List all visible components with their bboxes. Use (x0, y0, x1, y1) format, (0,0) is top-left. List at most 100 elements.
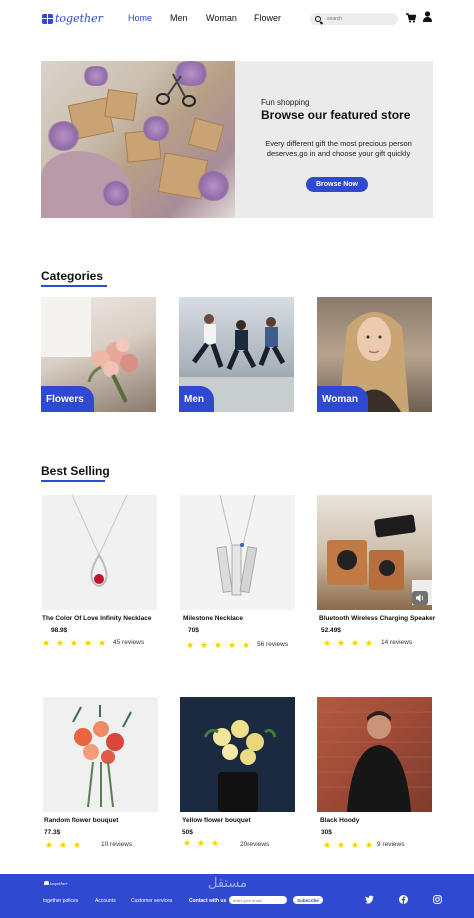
gift-icon (42, 13, 53, 24)
category-flowers[interactable]: Flowers (41, 297, 156, 412)
star-icon: ★ (337, 638, 346, 648)
review-count: 20reviews (240, 841, 270, 848)
star-icon: ★ (214, 640, 223, 650)
product-image[interactable] (317, 697, 432, 812)
nav-woman[interactable]: Woman (206, 13, 237, 23)
product-image[interactable] (42, 495, 157, 610)
watermark: مستقل (208, 876, 247, 891)
review-count: 14 reviews (381, 639, 413, 646)
star-icon: ★ (365, 638, 374, 648)
star-icon: ★ (211, 838, 220, 848)
contact-label: Contact with us (189, 898, 227, 904)
rating-stars: ★ ★ ★ (183, 838, 220, 848)
rating-stars: ★ ★ ★ (45, 840, 82, 850)
logo[interactable]: together (42, 12, 103, 25)
product-price: 52.49$ (321, 627, 341, 634)
best-selling-underline (41, 480, 105, 482)
footer-link-accounts[interactable]: Accounts (95, 898, 116, 904)
product-price: 50$ (182, 829, 193, 836)
nav-flower[interactable]: Flower (254, 13, 281, 23)
star-icon: ★ (365, 840, 374, 850)
footer-link-policies[interactable]: together polices (43, 898, 78, 904)
categories-title: Categories (41, 269, 104, 283)
search-bar[interactable] (310, 13, 398, 25)
product-image[interactable] (43, 697, 158, 812)
hero-description: Every different gift the most precious p… (265, 139, 412, 158)
category-label: Flowers (41, 386, 94, 412)
star-icon: ★ (197, 838, 206, 848)
product-price: 70$ (188, 627, 199, 634)
star-icon: ★ (84, 638, 93, 648)
product-name[interactable]: Random flower bouquet (44, 817, 118, 824)
header: together Home Men Woman Flower (0, 0, 474, 38)
category-label: Men (179, 386, 214, 412)
star-icon: ★ (323, 840, 332, 850)
product-name[interactable]: Milestone Necklace (183, 615, 243, 622)
product-price: 30$ (321, 829, 332, 836)
star-icon: ★ (242, 640, 251, 650)
product-image[interactable] (180, 495, 295, 610)
necklace-image (216, 495, 258, 596)
star-icon: ★ (228, 640, 237, 650)
logo-text: together (55, 12, 103, 25)
user-icon[interactable] (423, 11, 432, 22)
categories-underline (41, 285, 107, 287)
star-icon: ★ (183, 838, 192, 848)
star-icon: ★ (45, 840, 54, 850)
rating-stars: ★ ★ ★ ★ (323, 638, 374, 648)
footer-logo[interactable]: together (44, 881, 67, 891)
star-icon: ★ (186, 640, 195, 650)
review-count: 56 reviews (257, 641, 289, 648)
star-icon: ★ (73, 840, 82, 850)
product-price: 77.3$ (44, 829, 61, 836)
star-icon: ★ (56, 638, 65, 648)
best-selling-title: Best Selling (41, 464, 110, 478)
star-icon: ★ (351, 638, 360, 648)
review-count: 9 reviews (377, 841, 405, 848)
hoody-image (317, 711, 432, 812)
search-icon[interactable] (315, 16, 321, 22)
star-icon: ★ (42, 638, 51, 648)
star-icon: ★ (59, 840, 68, 850)
star-icon: ★ (337, 840, 346, 850)
product-name[interactable]: The Color Of Love Infinity Necklace (42, 615, 151, 622)
search-input[interactable] (327, 16, 387, 22)
star-icon: ★ (323, 638, 332, 648)
hero-banner: Fun shopping Browse our featured store E… (41, 61, 433, 218)
hero-kicker: Fun shopping (261, 98, 310, 107)
necklace-image (71, 495, 128, 587)
product-name[interactable]: Black Hoody (320, 817, 359, 824)
bouquet-image (72, 705, 132, 808)
category-men[interactable]: Men (179, 297, 294, 412)
instagram-icon[interactable] (433, 895, 442, 904)
product-name[interactable]: Bluetooth Wireless Charging Speaker (319, 615, 435, 622)
email-field[interactable] (229, 896, 287, 904)
browse-now-button[interactable]: Browse Now (306, 177, 368, 192)
product-image[interactable] (317, 495, 432, 610)
rating-stars: ★ ★ ★ ★ (323, 840, 374, 850)
nav-home[interactable]: Home (128, 13, 152, 23)
facebook-icon[interactable] (399, 895, 408, 904)
nav-men[interactable]: Men (170, 13, 188, 23)
product-image[interactable] (180, 697, 295, 812)
category-label: Woman (317, 386, 368, 412)
review-count: 45 reviews (113, 639, 145, 646)
rating-stars: ★ ★ ★ ★ ★ (42, 638, 107, 648)
star-icon: ★ (70, 638, 79, 648)
product-price: 98.9$ (51, 627, 68, 634)
bouquet-image (203, 720, 277, 812)
star-icon: ★ (98, 638, 107, 648)
star-icon: ★ (351, 840, 360, 850)
twitter-icon[interactable] (365, 895, 374, 904)
rating-stars: ★ ★ ★ ★ ★ (186, 640, 251, 650)
hero-image (41, 61, 235, 218)
category-woman[interactable]: Woman (317, 297, 432, 412)
star-icon: ★ (200, 640, 209, 650)
volume-icon (415, 594, 423, 602)
cart-icon[interactable] (406, 13, 416, 23)
volume-button[interactable] (412, 591, 428, 605)
subscribe-button[interactable]: Subscribe (293, 896, 323, 904)
hero-title: Browse our featured store (261, 108, 411, 122)
footer-link-customer-services[interactable]: Customer services (131, 898, 172, 904)
product-name[interactable]: Yellow flower bouquet (182, 817, 251, 824)
